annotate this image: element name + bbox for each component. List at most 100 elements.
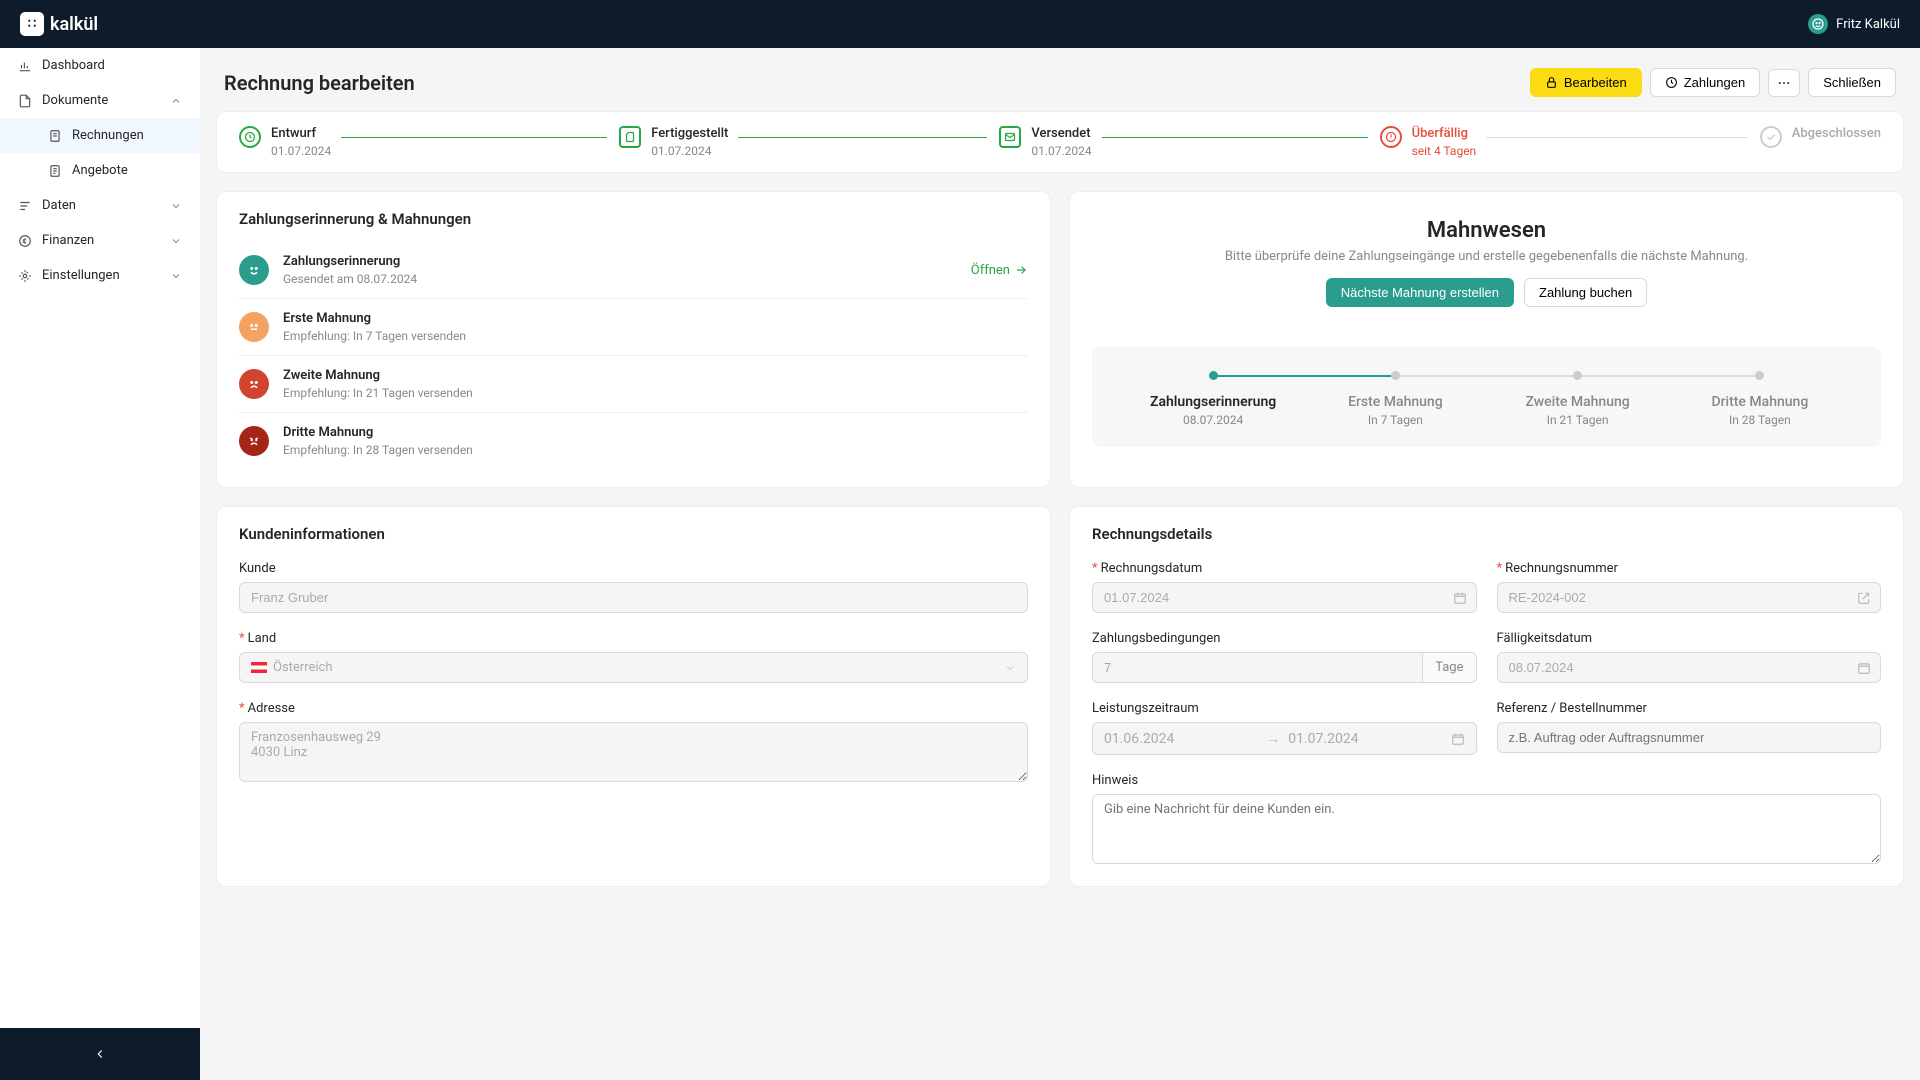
button-label: Zahlung buchen <box>1539 285 1632 300</box>
label-address: *Adresse <box>239 701 1028 716</box>
connector <box>1395 375 1577 377</box>
connector <box>1578 375 1760 377</box>
status-timeline: Entwurf 01.07.2024 Fertiggestellt 01.07.… <box>216 111 1904 173</box>
file-icon <box>48 129 62 143</box>
label-text: Rechnungsdatum <box>1101 561 1203 576</box>
brand-logo[interactable]: ∷ kalkül <box>20 12 98 36</box>
dot-icon <box>1209 371 1218 380</box>
user-menu[interactable]: Fritz Kalkül <box>1808 14 1900 34</box>
status-step-done: Fertiggestellt 01.07.2024 <box>619 126 987 158</box>
status-step-sent: Versendet 01.07.2024 <box>999 126 1367 158</box>
dunning-row-second: Zweite Mahnung Empfehlung: In 21 Tagen v… <box>239 356 1028 413</box>
button-label: Nächste Mahnung erstellen <box>1341 285 1499 300</box>
dots-icon <box>1777 76 1791 90</box>
nav-finance[interactable]: Finanzen <box>0 223 200 258</box>
euro-icon <box>18 234 32 248</box>
nav-documents[interactable]: Dokumente <box>0 83 200 118</box>
select-value: Österreich <box>273 660 333 675</box>
brand-logo-icon: ∷ <box>20 12 44 36</box>
mahn-step-third: Dritte Mahnung In 28 Tagen <box>1669 371 1851 427</box>
status-label: Versendet <box>1031 126 1091 141</box>
arrow-right-icon: → <box>1266 730 1280 747</box>
calendar-icon <box>1857 661 1871 675</box>
mahn-date: In 7 Tagen <box>1304 413 1486 427</box>
button-label: Bearbeiten <box>1564 75 1627 90</box>
nav-settings[interactable]: Einstellungen <box>0 258 200 293</box>
sidebar-collapse[interactable] <box>0 1028 200 1080</box>
create-dunning-button[interactable]: Nächste Mahnung erstellen <box>1326 278 1514 307</box>
external-icon <box>1857 591 1871 605</box>
edit-button[interactable]: Bearbeiten <box>1530 68 1642 97</box>
mahn-date: In 21 Tagen <box>1487 413 1669 427</box>
payment-terms-input[interactable] <box>1092 652 1422 683</box>
arrow-right-icon <box>1014 263 1028 277</box>
chevron-down-icon <box>170 200 182 212</box>
status-label: Fertiggestellt <box>651 126 728 141</box>
status-label: Entwurf <box>271 126 331 141</box>
close-button[interactable]: Schließen <box>1808 68 1896 97</box>
country-select[interactable]: Österreich <box>239 652 1028 683</box>
dunning-title: Zweite Mahnung <box>283 368 1028 383</box>
note-textarea[interactable] <box>1092 794 1881 864</box>
user-name: Fritz Kalkül <box>1836 17 1900 32</box>
status-date: seit 4 Tagen <box>1412 144 1477 158</box>
face-neutral-icon <box>239 312 269 342</box>
file-icon <box>619 126 641 148</box>
dunning-title: Dritte Mahnung <box>283 425 1028 440</box>
service-period-input[interactable]: 01.06.2024 → 01.07.2024 <box>1092 722 1477 755</box>
payments-button[interactable]: Zahlungen <box>1650 68 1760 97</box>
reference-input[interactable] <box>1497 722 1882 753</box>
dunning-title: Zahlungserinnerung <box>283 254 957 269</box>
label-text: Adresse <box>248 701 295 716</box>
nav-offers[interactable]: Angebote <box>0 153 200 188</box>
brand-name: kalkül <box>50 14 98 35</box>
label-customer: Kunde <box>239 561 1028 576</box>
book-payment-button[interactable]: Zahlung buchen <box>1524 278 1647 307</box>
status-label: Überfällig <box>1412 126 1477 141</box>
mahnwesen-timeline: Zahlungserinnerung 08.07.2024 Erste Mahn… <box>1092 347 1881 447</box>
due-date-input[interactable] <box>1497 652 1882 683</box>
dunning-open-link[interactable]: Öffnen <box>971 263 1028 278</box>
chart-bar-icon <box>18 59 32 73</box>
link-label: Öffnen <box>971 263 1010 278</box>
lock-icon <box>1545 76 1558 89</box>
calendar-icon <box>1451 732 1465 746</box>
dunning-card: Zahlungserinnerung & Mahnungen Zahlungse… <box>216 191 1051 488</box>
status-connector <box>1102 137 1368 138</box>
period-to: 01.07.2024 <box>1288 731 1442 747</box>
label-date: *Rechnungsdatum <box>1092 561 1477 576</box>
label-reference: Referenz / Bestellnummer <box>1497 701 1882 716</box>
nav-invoices[interactable]: Rechnungen <box>0 118 200 153</box>
nav-dashboard[interactable]: Dashboard <box>0 48 200 83</box>
top-header: ∷ kalkül Fritz Kalkül <box>0 0 1920 48</box>
chevron-up-icon <box>170 95 182 107</box>
file-text-icon <box>48 164 62 178</box>
chevron-left-icon <box>93 1047 107 1061</box>
invoice-number-input[interactable] <box>1497 582 1882 613</box>
invoice-date-input[interactable] <box>1092 582 1477 613</box>
mahn-date: 08.07.2024 <box>1122 413 1304 427</box>
chevron-down-icon <box>170 270 182 282</box>
mahn-step-first: Erste Mahnung In 7 Tagen <box>1304 371 1486 427</box>
customer-input[interactable] <box>239 582 1028 613</box>
mahn-label: Erste Mahnung <box>1304 394 1486 410</box>
nav-data[interactable]: Daten <box>0 188 200 223</box>
status-step-draft: Entwurf 01.07.2024 <box>239 126 607 158</box>
more-button[interactable] <box>1768 69 1800 97</box>
status-date: 01.07.2024 <box>271 144 331 158</box>
mahn-label: Dritte Mahnung <box>1669 394 1851 410</box>
check-icon <box>1760 126 1782 148</box>
mahnwesen-desc: Bitte überprüfe deine Zahlungseingänge u… <box>1092 249 1881 264</box>
face-happy-icon <box>239 255 269 285</box>
status-connector <box>341 137 607 138</box>
address-textarea[interactable]: Franzosenhausweg 29 4030 Linz <box>239 722 1028 782</box>
section-title: Rechnungsdetails <box>1092 525 1881 543</box>
nav-label: Rechnungen <box>72 128 144 143</box>
face-sad-icon <box>239 369 269 399</box>
nav-label: Finanzen <box>42 233 94 248</box>
mail-icon <box>999 126 1021 148</box>
face-angry-icon <box>239 426 269 456</box>
status-step-closed: Abgeschlossen <box>1760 126 1881 148</box>
mahn-step-second: Zweite Mahnung In 21 Tagen <box>1487 371 1669 427</box>
details-card: Rechnungsdetails *Rechnungsdatum *Rechnu… <box>1069 506 1904 887</box>
